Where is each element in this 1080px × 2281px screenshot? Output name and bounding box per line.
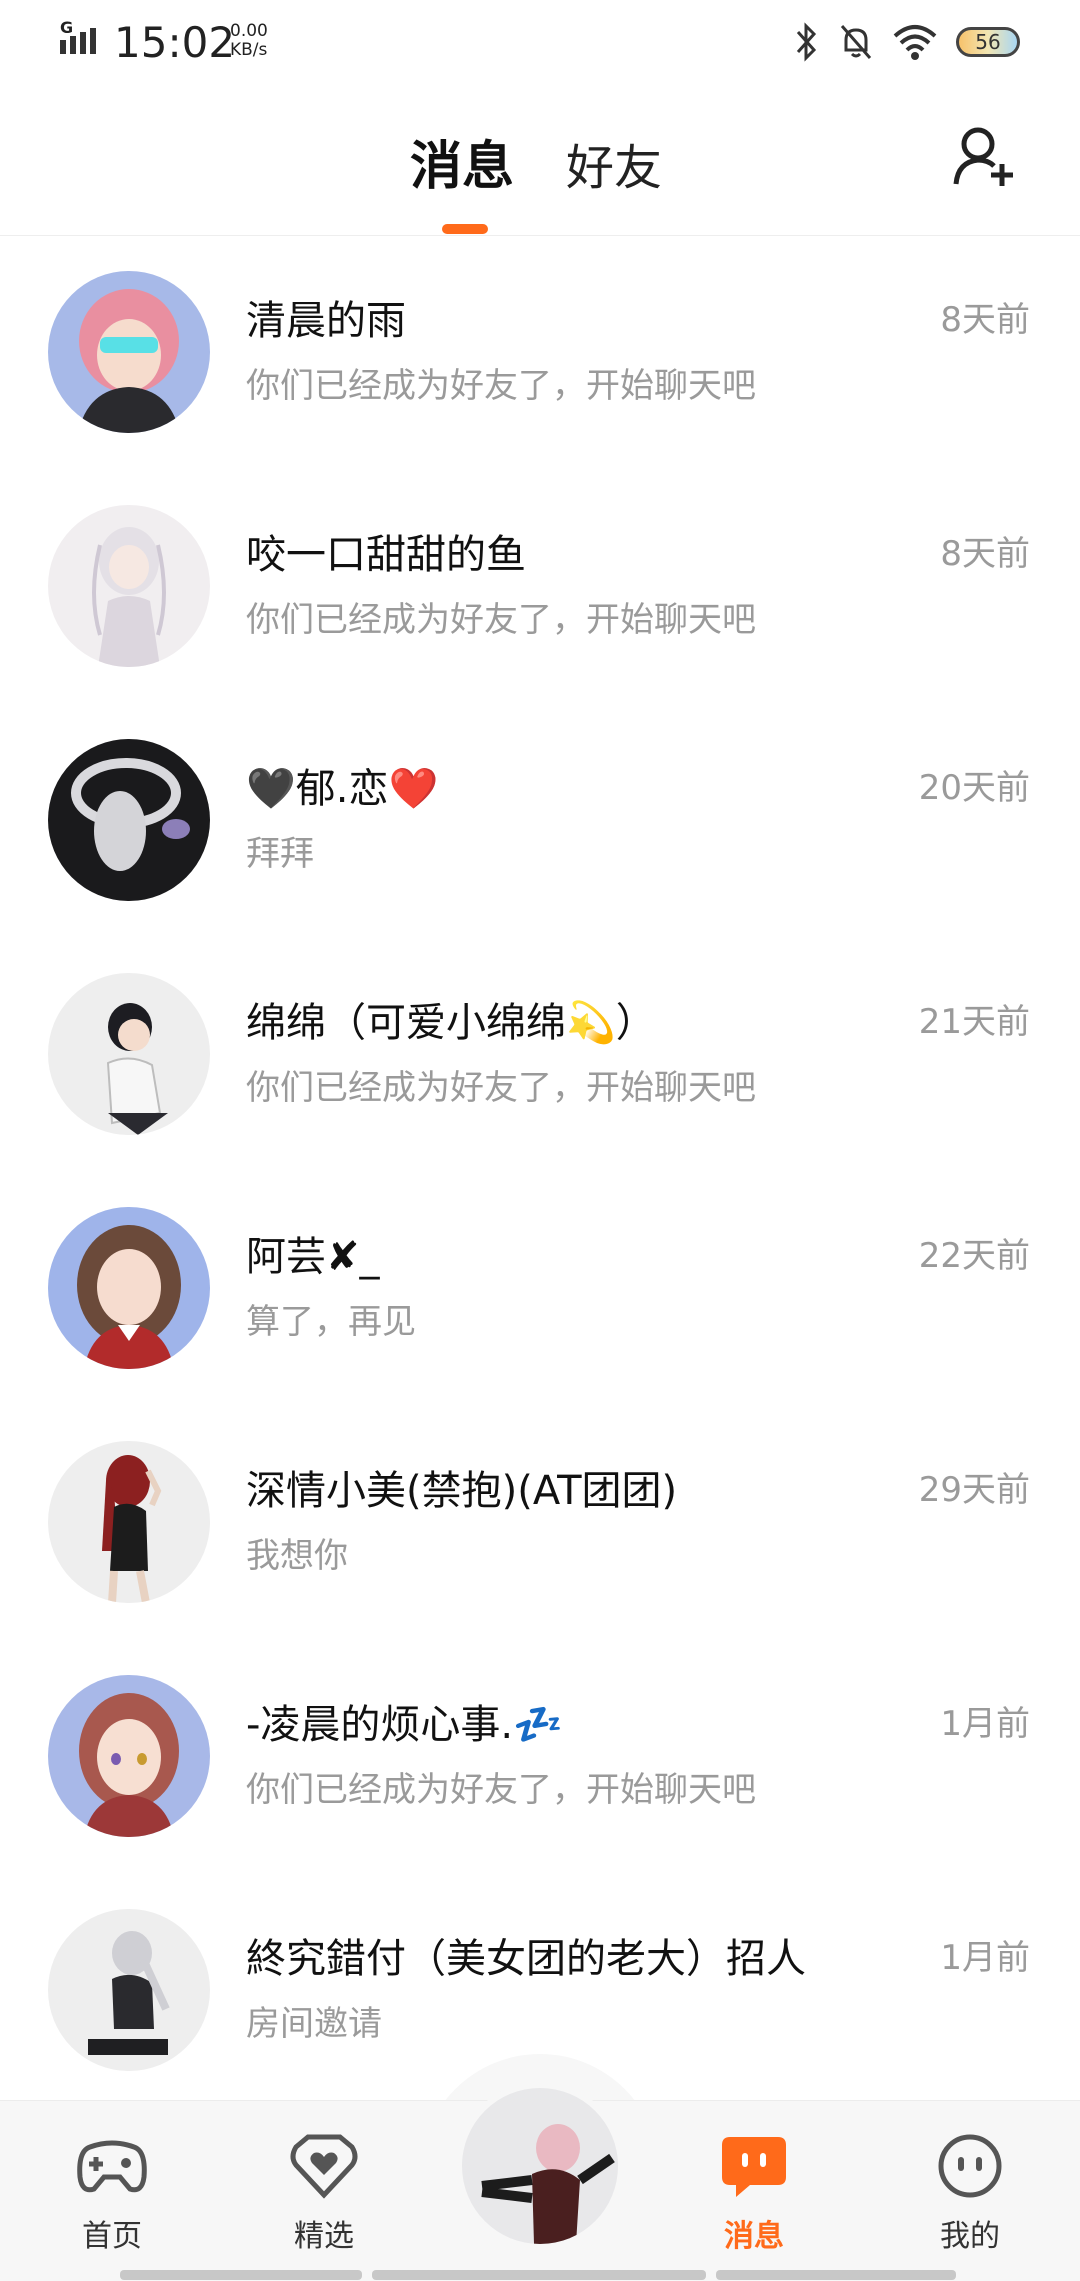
message-time: 1月前 <box>940 1938 1030 1978</box>
contact-name: -凌晨的烦心事.💤 <box>246 1702 563 1748</box>
tab-messages[interactable]: 消息 <box>410 124 514 199</box>
mute-bell-icon <box>840 25 872 59</box>
heart-shield-icon <box>290 2134 358 2199</box>
contact-name: 绵绵（可爱小绵绵💫） <box>246 1000 656 1046</box>
message-preview: 拜拜 <box>246 834 314 874</box>
avatar[interactable] <box>48 1441 210 1603</box>
home-indicator <box>120 2270 362 2280</box>
contact-name: 深情小美(禁抱)(AT团团) <box>246 1468 678 1514</box>
message-time: 22天前 <box>918 1236 1030 1276</box>
conversation-item[interactable]: 咬一口甜甜的鱼 你们已经成为好友了，开始聊天吧 8天前 <box>0 470 1080 704</box>
network-speed-unit: KB/s <box>230 40 268 60</box>
contact-name: 咬一口甜甜的鱼 <box>246 532 526 578</box>
avatar[interactable] <box>48 973 210 1135</box>
nav-messages[interactable]: 消息 <box>670 2101 830 2281</box>
home-indicator <box>716 2270 956 2280</box>
nav-home-label: 首页 <box>82 2219 142 2254</box>
avatar[interactable] <box>48 739 210 901</box>
conversation-item[interactable]: 清晨的雨 你们已经成为好友了，开始聊天吧 8天前 <box>0 236 1080 470</box>
conversation-item[interactable]: -凌晨的烦心事.💤 你们已经成为好友了，开始聊天吧 1月前 <box>0 1640 1080 1874</box>
tab-friends[interactable]: 好友 <box>566 128 662 198</box>
home-indicator <box>372 2270 706 2280</box>
message-preview: 你们已经成为好友了，开始聊天吧 <box>246 366 756 406</box>
top-tab-bar: 消息 好友 <box>0 90 1080 236</box>
active-tab-indicator <box>442 224 488 234</box>
wifi-icon <box>893 25 937 60</box>
contact-name: 🖤郁.恋❤️ <box>246 766 439 812</box>
network-speed: 0.00 KB/s <box>230 22 268 60</box>
contact-name: 清晨的雨 <box>246 298 406 344</box>
gamepad-icon <box>77 2140 147 2193</box>
conversation-list: 清晨的雨 你们已经成为好友了，开始聊天吧 8天前 咬一口甜甜的鱼 你们已经成为好… <box>0 236 1080 2108</box>
message-preview: 你们已经成为好友了，开始聊天吧 <box>246 1770 756 1810</box>
status-icons: 56 <box>794 20 1020 64</box>
signal-icon: G <box>58 18 106 58</box>
conversation-item[interactable]: 深情小美(禁抱)(AT团团) 我想你 29天前 <box>0 1406 1080 1640</box>
avatar[interactable] <box>48 1675 210 1837</box>
nav-profile[interactable]: 我的 <box>886 2101 1046 2281</box>
status-bar: G 15:02 0.00 KB/s 56 <box>0 0 1080 90</box>
nav-profile-label: 我的 <box>940 2219 1000 2254</box>
smiley-face-icon <box>938 2134 1002 2198</box>
avatar[interactable] <box>48 1909 210 2071</box>
message-time: 1月前 <box>940 1704 1030 1744</box>
message-preview: 算了，再见 <box>246 1302 416 1342</box>
message-time: 21天前 <box>918 1002 1030 1042</box>
nav-messages-label: 消息 <box>724 2219 784 2254</box>
contact-name: 終究錯付（美女团的老大）招人 <box>246 1936 806 1982</box>
conversation-item[interactable]: 🖤郁.恋❤️ 拜拜 20天前 <box>0 704 1080 938</box>
center-avatar-button[interactable] <box>456 2082 624 2250</box>
battery-indicator: 56 <box>956 27 1020 57</box>
message-preview: 我想你 <box>246 1536 348 1576</box>
chat-bubble-icon <box>722 2137 786 2197</box>
message-preview: 你们已经成为好友了，开始聊天吧 <box>246 1068 756 1108</box>
nav-featured-label: 精选 <box>294 2219 354 2254</box>
message-preview: 你们已经成为好友了，开始聊天吧 <box>246 600 756 640</box>
message-time: 29天前 <box>918 1470 1030 1510</box>
message-time: 8天前 <box>940 534 1030 574</box>
avatar[interactable] <box>48 271 210 433</box>
message-time: 20天前 <box>918 768 1030 808</box>
clock: 15:02 <box>114 18 236 67</box>
nav-home[interactable]: 首页 <box>28 2101 188 2281</box>
contact-name: 阿芸✘_ <box>246 1234 380 1280</box>
avatar[interactable] <box>48 1207 210 1369</box>
add-friend-icon[interactable] <box>952 124 1016 190</box>
conversation-item[interactable]: 阿芸✘_ 算了，再见 22天前 <box>0 1172 1080 1406</box>
nav-featured[interactable]: 精选 <box>240 2101 400 2281</box>
network-speed-value: 0.00 <box>230 21 268 41</box>
message-time: 8天前 <box>940 300 1030 340</box>
avatar[interactable] <box>48 505 210 667</box>
conversation-item[interactable]: 绵绵（可爱小绵绵💫） 你们已经成为好友了，开始聊天吧 21天前 <box>0 938 1080 1172</box>
bluetooth-icon <box>796 22 817 62</box>
message-preview: 房间邀请 <box>246 2004 382 2044</box>
